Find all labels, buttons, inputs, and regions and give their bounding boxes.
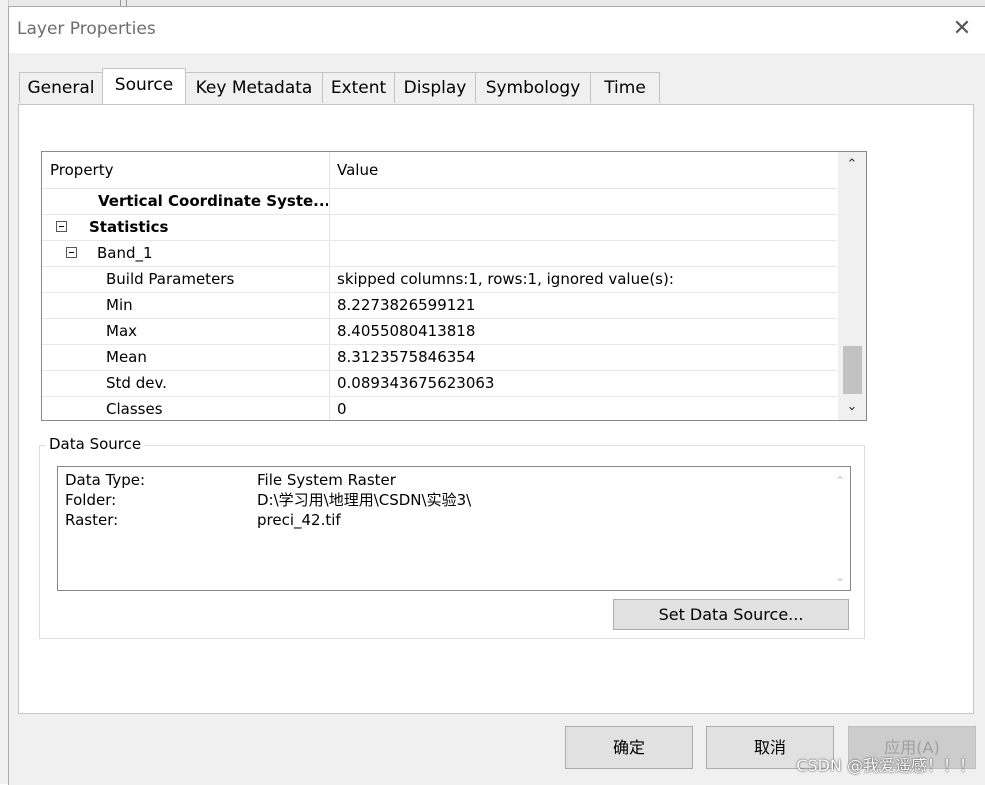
grid-row[interactable]: Classes 0 (42, 397, 837, 420)
watermark: CSDN @我爱遥感！！！ (796, 756, 975, 775)
scroll-up-icon[interactable]: ⌃ (830, 471, 850, 491)
tab-symbology[interactable]: Symbology (475, 72, 591, 103)
column-header-value[interactable]: Value (329, 152, 378, 188)
tab-time[interactable]: Time (590, 72, 660, 103)
property-name: Std dev. (106, 374, 167, 392)
grid-row[interactable]: Mean 8.3123575846354 (42, 345, 837, 371)
scroll-down-icon[interactable]: ⌄ (838, 396, 866, 418)
tab-key-metadata[interactable]: Key Metadata (185, 72, 323, 103)
property-grid[interactable]: Property Value Vertical Coordinate Syste… (41, 151, 867, 421)
data-source-group: Data Source Data Type: File System Raste… (39, 435, 865, 639)
info-scrollbar[interactable]: ⌃ ⌄ (830, 467, 850, 590)
grid-row[interactable]: Max 8.4055080413818 (42, 319, 837, 345)
grid-row[interactable]: Min 8.2273826599121 (42, 293, 837, 319)
title-bar: Layer Properties ✕ (9, 7, 985, 53)
property-name: Vertical Coordinate Syste... (98, 192, 328, 210)
property-value: skipped columns:1, rows:1, ignored value… (337, 270, 674, 288)
window-title: Layer Properties (17, 19, 156, 39)
data-source-label: Data Source (46, 435, 145, 453)
property-name: Min (106, 296, 133, 314)
info-value: preci_42.tif (257, 511, 341, 529)
grid-row[interactable]: Statistics (42, 215, 837, 241)
source-tab-page: Property Value Vertical Coordinate Syste… (18, 104, 974, 714)
scroll-thumb[interactable] (843, 346, 862, 394)
data-source-info[interactable]: Data Type: File System Raster Folder: D:… (57, 466, 851, 591)
property-group-statistics: Statistics (89, 218, 169, 236)
grid-row[interactable]: Vertical Coordinate Syste... (42, 189, 837, 215)
tab-extent[interactable]: Extent (322, 72, 395, 103)
info-value: D:\学习用\地理用\CSDN\实验3\ (257, 491, 472, 509)
layer-properties-dialog: Layer Properties ✕ General Source Key Me… (8, 6, 985, 785)
scroll-down-icon[interactable]: ⌄ (830, 567, 850, 587)
tab-general[interactable]: General (19, 72, 103, 103)
property-value: 0.089343675623063 (337, 374, 495, 392)
property-value: 8.2273826599121 (337, 296, 476, 314)
info-key: Raster: (65, 511, 119, 529)
grid-row[interactable]: Build Parameters skipped columns:1, rows… (42, 267, 837, 293)
close-icon[interactable]: ✕ (950, 17, 974, 41)
grid-row[interactable]: Std dev. 0.089343675623063 (42, 371, 837, 397)
property-value (337, 241, 832, 266)
property-name: Mean (106, 348, 147, 366)
info-value: File System Raster (257, 471, 396, 489)
column-header-property[interactable]: Property (42, 152, 113, 188)
grid-row[interactable]: Band_1 (42, 241, 837, 267)
property-value: 8.4055080413818 (337, 322, 476, 340)
property-group-band: Band_1 (97, 244, 153, 262)
scroll-up-icon[interactable]: ⌃ (838, 154, 866, 176)
property-value: 0 (337, 400, 347, 418)
property-value (337, 189, 832, 214)
info-key: Folder: (65, 491, 117, 509)
property-value: 8.3123575846354 (337, 348, 476, 366)
property-name: Build Parameters (106, 270, 235, 288)
tab-source[interactable]: Source (102, 68, 186, 104)
set-data-source-button[interactable]: Set Data Source... (613, 599, 849, 630)
grid-scrollbar[interactable]: ⌃ ⌄ (838, 152, 866, 420)
info-key: Data Type: (65, 471, 146, 489)
ok-button[interactable]: 确定 (565, 726, 693, 769)
property-name: Classes (106, 400, 163, 418)
tab-display[interactable]: Display (394, 72, 476, 103)
property-value (337, 215, 832, 240)
grid-header: Property Value (42, 152, 837, 189)
property-name: Max (106, 322, 138, 340)
